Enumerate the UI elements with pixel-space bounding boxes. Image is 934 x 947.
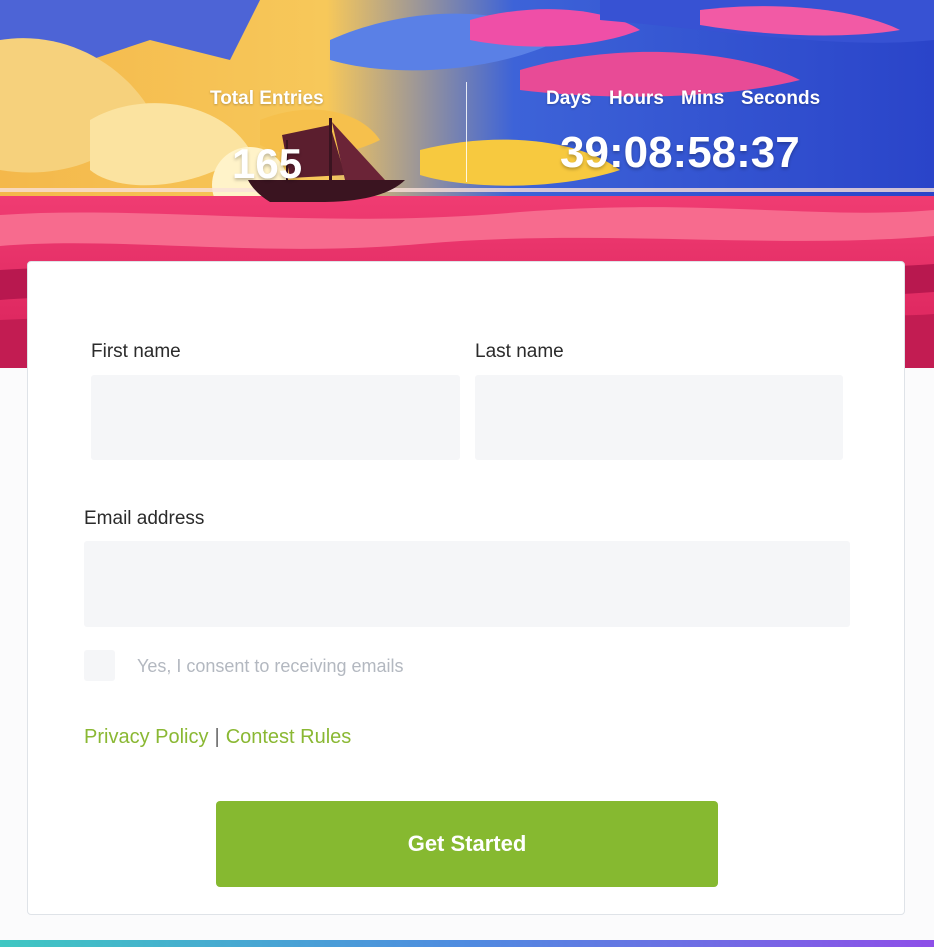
countdown-days-label: Days <box>546 88 592 109</box>
countdown-mins-label: Mins <box>681 88 725 109</box>
links-separator: | <box>214 726 220 748</box>
last-name-input[interactable] <box>475 375 843 460</box>
header-divider <box>466 82 467 182</box>
email-label: Email address <box>84 508 205 529</box>
contest-rules-link[interactable]: Contest Rules <box>226 726 352 748</box>
total-entries-value: 165 <box>232 140 303 187</box>
entry-form-card: First name Last name Email address Yes, … <box>27 261 905 915</box>
get-started-button[interactable]: Get Started <box>216 801 718 887</box>
legal-links: Privacy Policy | Contest Rules <box>84 726 351 749</box>
bottom-gradient-bar <box>0 940 934 947</box>
consent-label[interactable]: Yes, I consent to receiving emails <box>137 656 403 677</box>
countdown-hours-label: Hours <box>609 88 664 109</box>
privacy-policy-link[interactable]: Privacy Policy <box>84 726 208 748</box>
first-name-label: First name <box>91 341 181 362</box>
countdown-seconds-label: Seconds <box>741 88 821 109</box>
consent-checkbox[interactable] <box>84 650 115 681</box>
first-name-input[interactable] <box>91 375 460 460</box>
countdown-timer: 39:08:58:37 <box>560 128 800 177</box>
total-entries-label: Total Entries <box>210 88 324 109</box>
email-input[interactable] <box>84 541 850 627</box>
last-name-label: Last name <box>475 341 564 362</box>
